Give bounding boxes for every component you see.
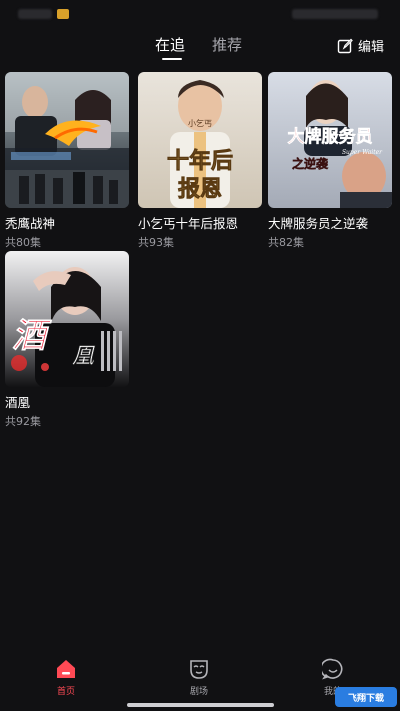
drama-card[interactable]: 小乞丐 十年后 报恩 小乞丐十年后报恩 共93集 <box>138 72 262 250</box>
nav-label-theater: 剧场 <box>189 687 208 697</box>
drama-poster: 小乞丐 十年后 报恩 <box>138 72 262 208</box>
episode-count: 共80集 <box>5 236 41 249</box>
nav-theater[interactable]: 剧场 <box>164 658 234 697</box>
episode-count: 共82集 <box>268 236 304 249</box>
active-tab-indicator <box>162 58 182 60</box>
screen: 在追 推荐 编辑 秃鹰战神 共80集 小乞丐 十年后 报恩 小乞丐十年后报恩 共… <box>0 0 400 711</box>
drama-card[interactable]: 秃鹰战神 共80集 <box>5 72 129 250</box>
episode-count: 共93集 <box>138 236 174 249</box>
watermark-text: 飞翔下载 <box>347 693 384 704</box>
drama-title: 大牌服务员之逆袭 <box>268 216 369 231</box>
status-bar <box>0 0 400 30</box>
tab-recommend[interactable]: 推荐 <box>212 34 242 55</box>
home-icon <box>57 660 75 678</box>
nav-label-home: 首页 <box>56 687 75 697</box>
status-carrier <box>18 9 52 19</box>
drama-poster <box>5 72 129 208</box>
header-tabs: 在追 推荐 编辑 <box>0 32 400 62</box>
tab-following[interactable]: 在追 <box>155 34 185 55</box>
drama-poster: 大牌服务员 之逆袭 Super Waiter <box>268 72 392 208</box>
poster-text: 之逆袭 <box>292 156 329 171</box>
notification-icon <box>57 9 69 19</box>
drama-card[interactable]: 大牌服务员 之逆袭 Super Waiter 大牌服务员之逆袭 共82集 <box>268 72 392 250</box>
poster-text: 报恩 <box>178 176 222 202</box>
edit-button[interactable]: 编辑 <box>337 36 384 55</box>
watermark-logo: 飞翔下载 <box>335 687 397 707</box>
poster-text: 大牌服务员 <box>288 126 373 147</box>
edit-icon <box>337 38 353 53</box>
home-indicator <box>127 703 274 707</box>
drama-title: 秃鹰战神 <box>5 216 56 231</box>
drama-card[interactable]: 酒 凰 酒凰 共92集 <box>5 251 129 429</box>
drama-title: 小乞丐十年后报恩 <box>138 216 239 231</box>
poster-text: Super Waiter <box>342 149 383 156</box>
poster-text: 凰 <box>72 344 96 369</box>
episode-count: 共92集 <box>5 415 41 428</box>
drama-poster: 酒 凰 <box>5 251 129 387</box>
poster-text: 十年后 <box>167 148 233 174</box>
poster-text: 小乞丐 <box>188 118 212 128</box>
status-indicators <box>292 9 378 19</box>
mask-icon <box>190 660 208 679</box>
edit-label: 编辑 <box>357 40 384 55</box>
nav-home[interactable]: 首页 <box>31 658 101 697</box>
drama-title: 酒凰 <box>5 395 31 410</box>
profile-icon <box>322 658 343 680</box>
